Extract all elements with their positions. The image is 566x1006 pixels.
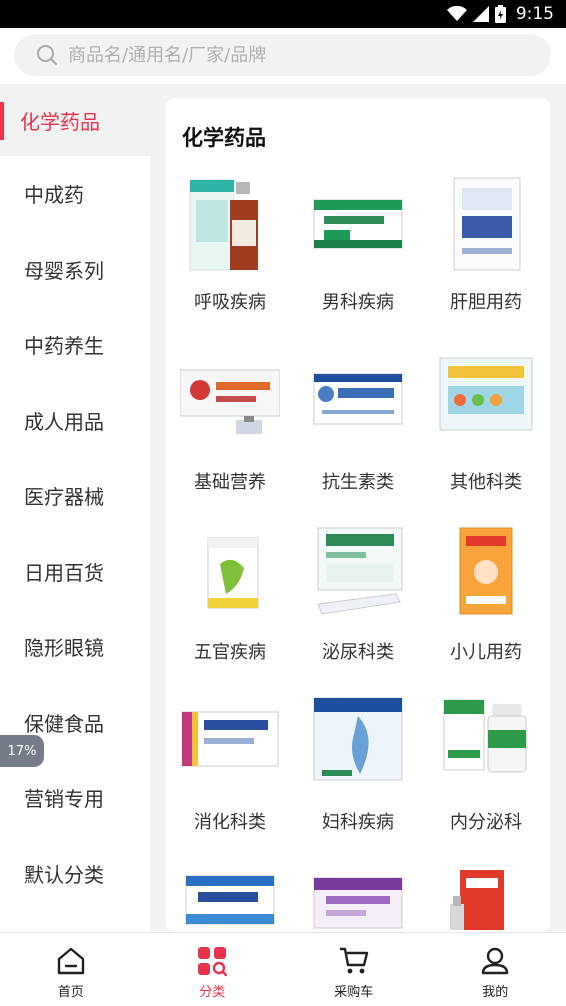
- category-label: 小儿用药: [450, 642, 522, 663]
- sidebar-item-label: 中药养生: [24, 334, 104, 359]
- category-item-digestive[interactable]: 消化科类: [166, 694, 294, 844]
- category-item-row5-2[interactable]: [294, 864, 422, 932]
- capsule-box-icon: [313, 373, 403, 425]
- white-box-icon: [453, 177, 521, 271]
- panel-title: 化学药品: [182, 126, 266, 150]
- category-item-row5-3[interactable]: [422, 864, 550, 932]
- kids-box-icon: [439, 357, 533, 431]
- granule-box-icon: [317, 527, 403, 615]
- search-input[interactable]: [68, 44, 508, 66]
- category-item-nutrition[interactable]: 基础营养: [166, 354, 294, 504]
- sidebar-item-medical-devices[interactable]: 医疗器械: [0, 458, 150, 534]
- category-label: 呼吸疾病: [194, 292, 266, 313]
- lotion-box-icon: [313, 697, 403, 781]
- ear-drops-icon: [207, 537, 259, 609]
- syrup-bottle-icon: [189, 179, 258, 271]
- category-item-other[interactable]: 其他科类: [422, 354, 550, 504]
- category-item-gynecology[interactable]: 妇科疾病: [294, 694, 422, 844]
- category-item-antibiotics[interactable]: 抗生素类: [294, 354, 422, 504]
- nav-category[interactable]: 分类: [142, 933, 284, 1006]
- progress-badge[interactable]: 17%: [0, 735, 44, 767]
- category-item-hepatobiliary[interactable]: 肝胆用药: [422, 174, 550, 324]
- search-box[interactable]: [14, 34, 551, 76]
- category-label: 抗生素类: [322, 472, 394, 493]
- sidebar-item-label: 中成药: [24, 183, 84, 208]
- sidebar-item-label: 化学药品: [20, 109, 100, 134]
- category-item-ent[interactable]: 五官疾病: [166, 524, 294, 674]
- category-item-row5-1[interactable]: [166, 864, 294, 932]
- sidebar-item-mother-baby[interactable]: 母婴系列: [0, 232, 150, 308]
- sidebar-item-label: 医疗器械: [24, 485, 104, 510]
- sidebar-item-marketing[interactable]: 营销专用: [0, 760, 150, 836]
- nav-cart[interactable]: 采购车: [283, 933, 425, 1006]
- sidebar-item-label: 隐形眼镜: [24, 636, 104, 661]
- category-item-endocrine[interactable]: 内分泌科: [422, 694, 550, 844]
- search-area: [0, 28, 566, 84]
- category-label: 妇科疾病: [322, 812, 394, 833]
- sidebar-item-tcm-health[interactable]: 中药养生: [0, 307, 150, 383]
- sidebar-item-label: 成人用品: [24, 409, 104, 434]
- nav-label: 分类: [199, 985, 226, 1000]
- search-icon: [37, 45, 57, 65]
- category-label: 五官疾病: [194, 642, 266, 663]
- category-icon: [198, 947, 228, 977]
- pill-bottle-icon: [443, 699, 527, 773]
- category-label: 其他科类: [450, 472, 522, 493]
- category-label: 基础营养: [194, 472, 266, 493]
- nav-home[interactable]: 首页: [0, 933, 142, 1006]
- category-label: 泌尿科类: [322, 642, 394, 663]
- child-medicine-icon: [459, 527, 513, 615]
- nav-label: 采购车: [334, 985, 374, 1000]
- sidebar-item-chemical-drugs[interactable]: 化学药品: [0, 84, 150, 156]
- category-item-pediatrics[interactable]: 小儿用药: [422, 524, 550, 674]
- sidebar-item-contact-lens[interactable]: 隐形眼镜: [0, 609, 150, 685]
- category-label: 消化科类: [194, 812, 266, 833]
- sidebar-item-adult[interactable]: 成人用品: [0, 383, 150, 459]
- tablet-box-icon: [181, 711, 279, 767]
- sidebar-item-default[interactable]: 默认分类: [0, 836, 150, 912]
- category-sidebar: 化学药品 中成药 母婴系列 中药养生 成人用品 医疗器械 日用百货 隐形眼镜 保…: [0, 84, 150, 932]
- category-label: 内分泌科: [450, 812, 522, 833]
- profile-icon: [482, 947, 509, 975]
- category-panel: 化学药品 呼吸疾病 男科疾病 肝胆用药 基础营养 抗生素类 其他科类 五官疾病 …: [166, 98, 550, 932]
- signal-icon: [472, 6, 489, 22]
- category-item-respiratory[interactable]: 呼吸疾病: [166, 174, 294, 324]
- nav-profile[interactable]: 我的: [425, 933, 566, 1006]
- status-time: 9:15: [515, 4, 554, 24]
- green-box-icon: [313, 199, 403, 249]
- sidebar-item-daily-goods[interactable]: 日用百货: [0, 534, 150, 610]
- status-bar: 9:15: [0, 0, 566, 28]
- sidebar-item-label: 营销专用: [24, 787, 104, 812]
- blue-tablet-box-icon: [185, 875, 275, 925]
- home-icon: [57, 947, 84, 975]
- sidebar-item-label: 母婴系列: [24, 258, 104, 283]
- cart-icon: [339, 947, 368, 974]
- red-spray-icon: [450, 870, 504, 930]
- nav-label: 我的: [482, 985, 509, 1000]
- bottom-nav: 首页 分类 采购车 我的: [0, 932, 566, 1006]
- category-label: 肝胆用药: [450, 292, 522, 313]
- sidebar-item-label: 默认分类: [24, 862, 104, 887]
- sidebar-item-label: 日用百货: [24, 560, 104, 585]
- battery-icon: [494, 5, 506, 23]
- category-label: 男科疾病: [322, 292, 394, 313]
- sidebar-item-chinese-patent[interactable]: 中成药: [0, 156, 150, 232]
- category-item-urology[interactable]: 泌尿科类: [294, 524, 422, 674]
- purple-box-icon: [313, 877, 403, 929]
- wifi-icon: [446, 6, 467, 21]
- sidebar-item-label: 保健食品: [24, 711, 104, 736]
- category-item-andrology[interactable]: 男科疾病: [294, 174, 422, 324]
- nav-label: 首页: [57, 985, 84, 1000]
- vial-box-icon: [180, 369, 280, 434]
